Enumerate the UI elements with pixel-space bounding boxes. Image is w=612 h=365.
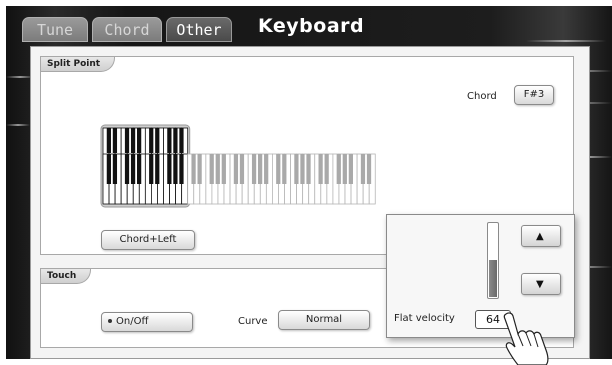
black-key — [179, 128, 184, 153]
black-key — [258, 154, 263, 184]
black-key — [124, 154, 130, 184]
keyboard-svg — [100, 124, 376, 208]
black-key — [130, 154, 136, 184]
chord-label: Chord — [467, 91, 497, 102]
page-title: Keyboard — [258, 15, 365, 37]
light-streak — [6, 124, 30, 126]
black-key — [221, 154, 226, 184]
black-key — [336, 154, 341, 184]
black-key — [324, 154, 329, 184]
black-key — [155, 154, 160, 184]
triangle-up-icon: ▲ — [536, 231, 544, 242]
split-keyboard-graphic[interactable] — [100, 124, 376, 210]
black-key — [149, 154, 154, 184]
black-key — [173, 128, 178, 153]
screen: Tune Chord Other Keyboard Split Point Ch… — [0, 0, 612, 365]
black-key — [209, 154, 214, 184]
decrease-button[interactable]: ▼ — [521, 273, 561, 295]
black-key — [191, 154, 196, 184]
black-key — [348, 154, 353, 184]
black-key — [342, 154, 347, 184]
tab-chord[interactable]: Chord — [92, 17, 162, 42]
pointing-hand-icon — [503, 312, 549, 365]
black-key — [294, 154, 299, 184]
black-key — [130, 128, 136, 153]
black-key — [282, 154, 287, 184]
black-key — [124, 128, 130, 153]
black-key — [276, 154, 281, 184]
chord-split-value-button[interactable]: F#3 — [514, 85, 554, 105]
tab-other[interactable]: Other — [166, 17, 232, 42]
split-point-label: Split Point — [41, 57, 116, 72]
black-key — [167, 154, 172, 184]
black-key — [251, 154, 257, 184]
black-key — [167, 128, 172, 153]
black-key — [233, 154, 239, 184]
black-key — [300, 154, 305, 184]
flat-velocity-label: Flat velocity — [394, 313, 455, 324]
onoff-label: On/Off — [116, 316, 149, 327]
black-key — [318, 154, 323, 184]
black-key — [197, 154, 202, 184]
black-key — [239, 154, 245, 184]
black-key — [155, 128, 160, 153]
velocity-slider-fill — [489, 259, 497, 297]
black-key — [306, 154, 311, 184]
dot-icon — [108, 319, 112, 323]
black-key — [366, 154, 372, 184]
black-key — [106, 128, 111, 153]
black-key — [173, 154, 178, 184]
black-key — [179, 154, 184, 184]
velocity-slider[interactable] — [487, 222, 499, 299]
curve-label: Curve — [238, 316, 268, 327]
black-key — [112, 154, 118, 184]
black-key — [264, 154, 269, 184]
triangle-down-icon: ▼ — [536, 279, 544, 290]
tab-tune[interactable]: Tune — [22, 17, 88, 42]
black-key — [360, 154, 366, 184]
black-key — [149, 128, 154, 153]
black-key — [106, 154, 111, 184]
black-key — [112, 128, 118, 153]
light-streak — [526, 40, 606, 42]
increase-button[interactable]: ▲ — [521, 225, 561, 247]
touch-onoff-button[interactable]: On/Off — [101, 312, 193, 332]
black-key — [215, 154, 220, 184]
chord-left-mode-button[interactable]: Chord+Left — [101, 230, 195, 250]
touch-label: Touch — [41, 269, 92, 284]
curve-value-button[interactable]: Normal — [278, 310, 370, 330]
black-key — [137, 128, 142, 153]
black-key — [137, 154, 142, 184]
